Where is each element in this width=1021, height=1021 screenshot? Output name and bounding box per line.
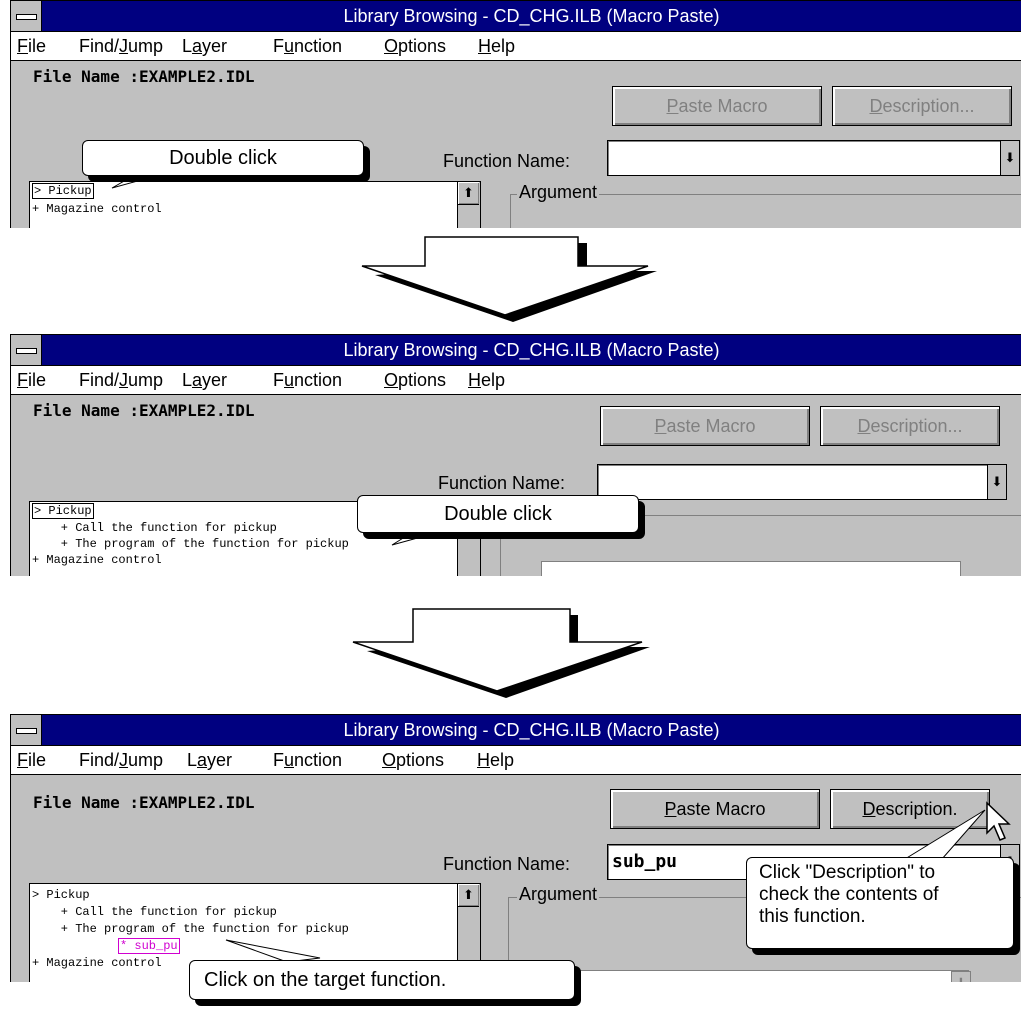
menu-function[interactable]: Function	[273, 750, 342, 771]
argument-field[interactable]	[549, 970, 969, 982]
callout-description: Click "Description" to check the content…	[746, 857, 1014, 949]
argument-label: Argument	[517, 182, 600, 203]
system-menu-icon	[16, 14, 37, 20]
callout-description-line2: check the contents of	[759, 884, 939, 905]
title-bar[interactable]: Library Browsing - CD_CHG.ILB (Macro Pas…	[11, 1, 1021, 32]
file-name-label: File Name :EXAMPLE2.IDL	[33, 793, 255, 812]
tree-item-program-function[interactable]: + The program of the function for pickup	[32, 922, 349, 936]
menu-function[interactable]: Function	[273, 370, 342, 391]
file-name-label: File Name :EXAMPLE2.IDL	[33, 401, 255, 420]
window-title: Library Browsing - CD_CHG.ILB (Macro Pas…	[343, 6, 720, 26]
menu-options[interactable]: Options	[382, 750, 444, 771]
window-title: Library Browsing - CD_CHG.ILB (Macro Pas…	[343, 720, 720, 740]
callout-description-line3: this function.	[759, 906, 866, 927]
menu-find-jump[interactable]: Find/Jump	[79, 36, 163, 57]
tree-item-call-function[interactable]: + Call the function for pickup	[32, 905, 277, 919]
dropdown-arrow-icon[interactable]: ⬇	[1000, 141, 1019, 175]
paste-macro-button[interactable]: Paste Macro	[600, 406, 810, 446]
function-name-label: Function Name:	[443, 854, 571, 874]
function-name-combo[interactable]: ⬇	[597, 464, 1007, 500]
argument-field[interactable]	[541, 561, 961, 576]
down-arrow-1	[361, 236, 657, 322]
down-arrow-2	[352, 608, 650, 698]
system-menu-icon	[16, 348, 37, 354]
tree-item-magazine-control[interactable]: + Magazine control	[32, 553, 162, 567]
paste-macro-button[interactable]: Paste Macro	[610, 789, 820, 829]
tree-item-sub-pu[interactable]: * sub_pu	[118, 938, 180, 954]
vertical-scrollbar[interactable]: ⬆	[457, 182, 480, 228]
menu-file[interactable]: File	[17, 750, 46, 771]
system-menu-icon	[16, 728, 37, 734]
window-title: Library Browsing - CD_CHG.ILB (Macro Pas…	[343, 340, 720, 360]
scroll-up-icon[interactable]: ⬆	[458, 884, 479, 907]
title-bar[interactable]: Library Browsing - CD_CHG.ILB (Macro Pas…	[11, 335, 1021, 366]
callout-description-line1: Click "Description" to	[759, 862, 936, 883]
menu-file[interactable]: File	[17, 36, 46, 57]
scroll-up-icon[interactable]: ⬆	[458, 182, 479, 205]
file-name-label: File Name :EXAMPLE2.IDL	[33, 67, 255, 86]
tree-item-pickup[interactable]: > Pickup	[32, 503, 94, 519]
function-name-value: sub_pu	[612, 851, 678, 872]
menu-file[interactable]: File	[17, 370, 46, 391]
menu-options[interactable]: Options	[384, 36, 446, 57]
menu-find-jump[interactable]: Find/Jump	[79, 370, 163, 391]
description-button[interactable]: Description...	[820, 406, 1000, 446]
callout-double-click-1: Double click	[82, 140, 364, 176]
dropdown-arrow-icon[interactable]: ⬇	[987, 465, 1006, 499]
callout-double-click-2: Double click	[357, 495, 639, 533]
menu-bar: File Find/Jump Layer Function Options He…	[11, 32, 1021, 61]
window-step1: Library Browsing - CD_CHG.ILB (Macro Pas…	[10, 0, 1021, 228]
menu-layer[interactable]: Layer	[182, 36, 227, 57]
menu-find-jump[interactable]: Find/Jump	[79, 750, 163, 771]
tree-item-magazine-control[interactable]: + Magazine control	[32, 202, 162, 216]
menu-bar: File Find/Jump Layer Function Options He…	[11, 366, 1021, 395]
menu-function[interactable]: Function	[273, 36, 342, 57]
description-button[interactable]: Description...	[832, 86, 1012, 126]
tree-item-magazine-control[interactable]: + Magazine control	[32, 956, 162, 970]
system-menu-button[interactable]	[11, 715, 42, 745]
menu-bar: File Find/Jump Layer Function Options He…	[11, 746, 1021, 775]
argument-label: Argument	[517, 884, 600, 905]
tree-list[interactable]: > Pickup + Magazine control ⬆	[29, 181, 481, 228]
menu-layer[interactable]: Layer	[182, 370, 227, 391]
title-bar[interactable]: Library Browsing - CD_CHG.ILB (Macro Pas…	[11, 715, 1021, 746]
tree-item-pickup[interactable]: > Pickup	[32, 888, 90, 902]
scroll-down-icon[interactable]: ⬇	[951, 971, 971, 982]
menu-layer[interactable]: Layer	[187, 750, 232, 771]
function-name-label: Function Name:	[443, 151, 571, 171]
description-button[interactable]: Description.	[830, 789, 990, 829]
menu-help[interactable]: Help	[477, 750, 514, 771]
system-menu-button[interactable]	[11, 1, 42, 31]
menu-options[interactable]: Options	[384, 370, 446, 391]
window-step2: Library Browsing - CD_CHG.ILB (Macro Pas…	[10, 334, 1021, 576]
callout-click-target: Click on the target function.	[189, 960, 575, 1000]
menu-help[interactable]: Help	[478, 36, 515, 57]
tree-item-program-function[interactable]: + The program of the function for pickup	[32, 537, 349, 551]
tree-item-call-function[interactable]: + Call the function for pickup	[32, 521, 277, 535]
system-menu-button[interactable]	[11, 335, 42, 365]
menu-help[interactable]: Help	[468, 370, 505, 391]
function-name-combo[interactable]: ⬇	[607, 140, 1020, 176]
function-name-label: Function Name:	[438, 473, 566, 493]
tree-item-pickup[interactable]: > Pickup	[32, 183, 94, 199]
paste-macro-button[interactable]: Paste Macro	[612, 86, 822, 126]
